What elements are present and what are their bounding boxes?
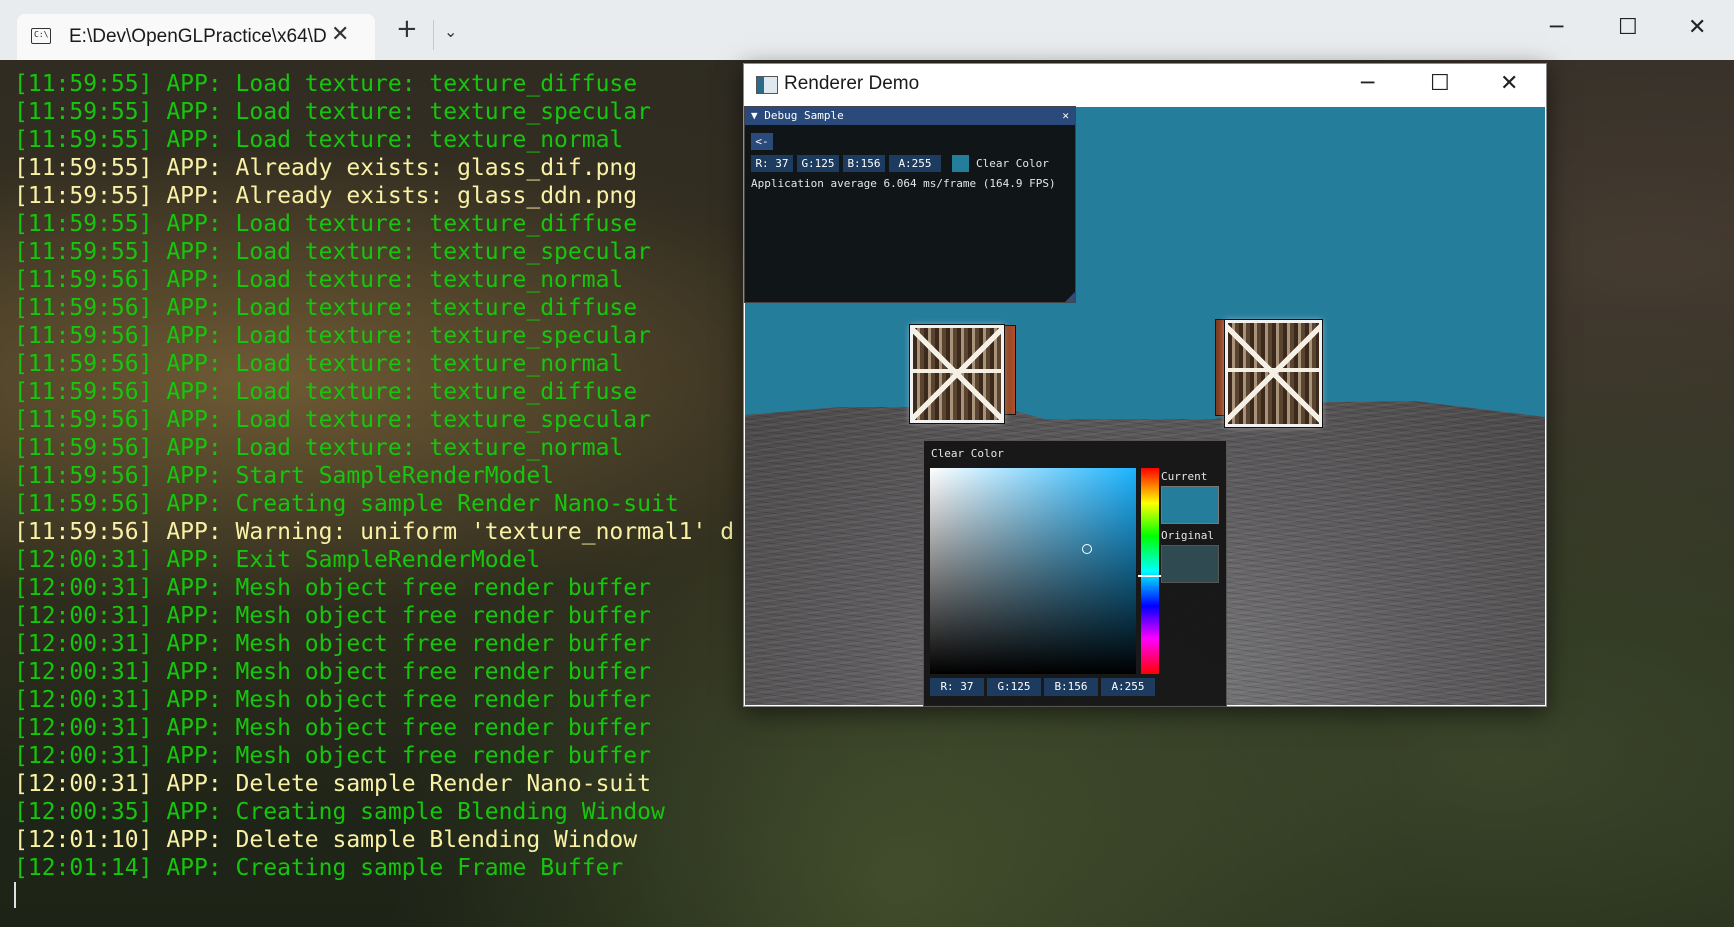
log-line: [11:59:55] APP: Load texture: texture_sp… xyxy=(14,239,651,265)
app-icon xyxy=(756,76,778,94)
fps-readout: Application average 6.064 ms/frame (164.… xyxy=(751,177,1056,190)
console-icon: C:\ xyxy=(31,28,51,44)
log-line: [11:59:56] APP: Load texture: texture_di… xyxy=(14,379,638,405)
hue-marker[interactable] xyxy=(1138,575,1162,577)
crate-left xyxy=(910,325,1004,423)
log-line: [12:00:31] APP: Mesh object free render … xyxy=(14,687,651,713)
tab-separator xyxy=(433,20,434,50)
log-line: [11:59:56] APP: Load texture: texture_no… xyxy=(14,267,624,293)
picker-channel-r[interactable]: R: 37 xyxy=(930,678,984,696)
back-button[interactable]: <- xyxy=(751,133,773,150)
log-line: [11:59:55] APP: Load texture: texture_sp… xyxy=(14,99,651,125)
log-line: [11:59:56] APP: Creating sample Render N… xyxy=(14,491,679,517)
renderer-titlebar[interactable]: Renderer Demo ─ ☐ ✕ xyxy=(744,64,1546,106)
renderer-title: Renderer Demo xyxy=(784,73,920,94)
log-line: [12:00:31] APP: Mesh object free render … xyxy=(14,575,651,601)
crate-right xyxy=(1225,320,1322,427)
log-line: [11:59:56] APP: Load texture: texture_no… xyxy=(14,435,624,461)
original-color-swatch[interactable] xyxy=(1161,545,1219,583)
hue-slider[interactable] xyxy=(1141,468,1159,674)
renderer-close-button[interactable]: ✕ xyxy=(1500,73,1518,95)
close-button[interactable]: ✕ xyxy=(1688,16,1706,40)
chevron-down-icon[interactable]: ⌄ xyxy=(444,22,457,41)
picker-channel-b[interactable]: B:156 xyxy=(1044,678,1098,696)
saturation-value-square[interactable] xyxy=(930,468,1136,674)
clear-color-label: Clear Color xyxy=(976,157,1049,170)
original-label: Original xyxy=(1161,529,1214,542)
plus-icon[interactable]: + xyxy=(396,16,418,42)
color-picker-popup[interactable]: Clear Color Current Original R: 37 G:125… xyxy=(923,440,1227,707)
debug-sample-panel[interactable]: ▼ Debug Sample ✕ <- R: 37 G:125 B:156 A:… xyxy=(744,106,1076,303)
log-line: [12:00:31] APP: Exit SampleRenderModel xyxy=(14,547,541,573)
channel-b[interactable]: B:156 xyxy=(843,155,885,172)
terminal-titlebar: C:\ E:\Dev\OpenGLPractice\x64\D ✕ + ⌄ ─ … xyxy=(0,0,1734,60)
log-line: [11:59:55] APP: Load texture: texture_no… xyxy=(14,127,624,153)
current-color-swatch xyxy=(1161,486,1219,524)
minimize-button[interactable]: ─ xyxy=(1550,16,1563,40)
sv-marker[interactable] xyxy=(1082,544,1092,554)
log-line: [12:00:31] APP: Mesh object free render … xyxy=(14,743,651,769)
channel-a[interactable]: A:255 xyxy=(889,155,941,172)
log-line: [11:59:55] APP: Already exists: glass_dd… xyxy=(14,183,638,209)
channel-r[interactable]: R: 37 xyxy=(751,155,793,172)
log-line: [12:01:10] APP: Delete sample Blending W… xyxy=(14,827,638,853)
log-line: [12:00:31] APP: Mesh object free render … xyxy=(14,631,651,657)
log-line: [11:59:56] APP: Start SampleRenderModel xyxy=(14,463,555,489)
log-line: [12:00:31] APP: Mesh object free render … xyxy=(14,603,651,629)
log-line: [11:59:55] APP: Already exists: glass_di… xyxy=(14,155,638,181)
current-label: Current xyxy=(1161,470,1208,483)
log-line: [11:59:55] APP: Load texture: texture_di… xyxy=(14,211,638,237)
resize-grip[interactable] xyxy=(1065,292,1075,302)
log-line: [12:01:14] APP: Creating sample Frame Bu… xyxy=(14,855,624,881)
maximize-button[interactable]: ☐ xyxy=(1618,16,1638,40)
log-line: [12:00:31] APP: Delete sample Render Nan… xyxy=(14,771,651,797)
log-line: [11:59:56] APP: Load texture: texture_sp… xyxy=(14,323,651,349)
terminal-tab[interactable]: C:\ E:\Dev\OpenGLPractice\x64\D ✕ xyxy=(17,14,375,60)
renderer-maximize-button[interactable]: ☐ xyxy=(1430,73,1450,95)
log-line: [11:59:56] APP: Load texture: texture_sp… xyxy=(14,407,651,433)
clear-color-swatch[interactable] xyxy=(952,155,969,172)
tab-title: E:\Dev\OpenGLPractice\x64\D xyxy=(69,26,327,47)
debug-panel-title[interactable]: ▼ Debug Sample ✕ xyxy=(745,107,1075,125)
crate-side xyxy=(1002,325,1016,415)
text-cursor xyxy=(14,882,16,908)
log-line: [11:59:55] APP: Load texture: texture_di… xyxy=(14,71,638,97)
debug-panel-title-text: ▼ Debug Sample xyxy=(751,109,844,122)
log-line: [11:59:56] APP: Load texture: texture_di… xyxy=(14,295,638,321)
close-icon[interactable]: ✕ xyxy=(331,22,349,47)
log-line: [12:00:35] APP: Creating sample Blending… xyxy=(14,799,665,825)
close-icon[interactable]: ✕ xyxy=(1062,107,1069,125)
picker-channel-g[interactable]: G:125 xyxy=(987,678,1041,696)
picker-channel-a[interactable]: A:255 xyxy=(1101,678,1155,696)
picker-title: Clear Color xyxy=(931,447,1004,460)
log-line: [12:00:31] APP: Mesh object free render … xyxy=(14,659,651,685)
log-line: [11:59:56] APP: Warning: uniform 'textur… xyxy=(14,519,734,545)
console-log: [11:59:55] APP: Load texture: texture_di… xyxy=(14,70,734,882)
log-line: [12:00:31] APP: Mesh object free render … xyxy=(14,715,651,741)
renderer-minimize-button[interactable]: ─ xyxy=(1361,73,1374,95)
channel-g[interactable]: G:125 xyxy=(797,155,839,172)
log-line: [11:59:56] APP: Load texture: texture_no… xyxy=(14,351,624,377)
